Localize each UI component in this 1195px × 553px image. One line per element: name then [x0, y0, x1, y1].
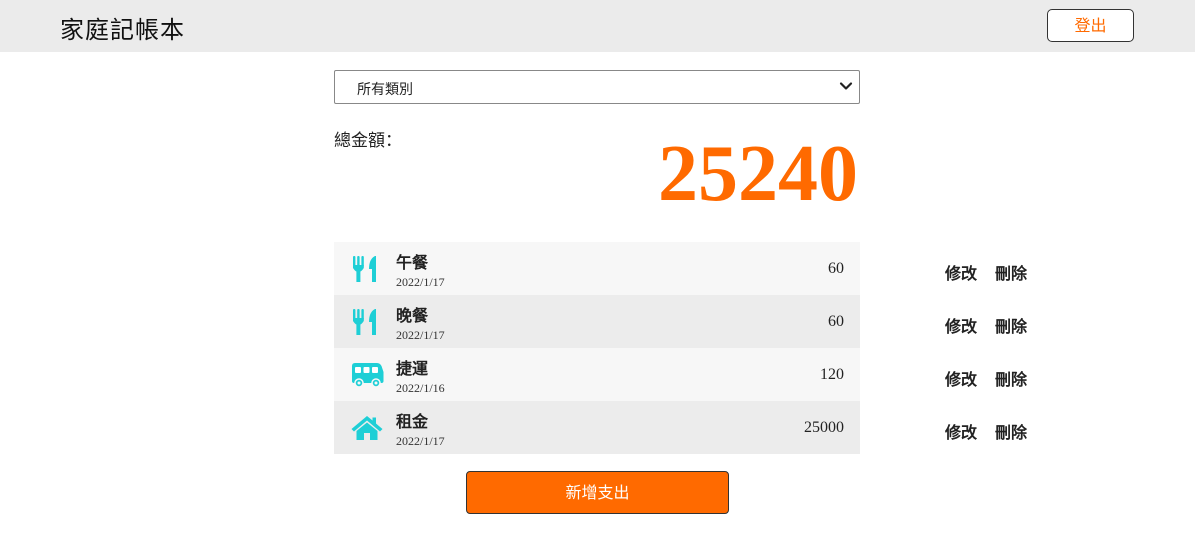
row-actions: 修改 刪除 [945, 401, 1045, 454]
expense-amount: 120 [820, 366, 844, 383]
delete-button[interactable]: 刪除 [995, 419, 1027, 443]
row-actions: 修改 刪除 [945, 295, 1045, 348]
expense-list: 午餐 2022/1/17 60 晚餐 2022/1/17 60 捷運 2022/… [334, 242, 860, 454]
expense-date: 2022/1/17 [396, 328, 445, 342]
delete-button[interactable]: 刪除 [995, 260, 1027, 284]
expense-row: 租金 2022/1/17 25000 [334, 401, 860, 454]
chevron-down-icon [839, 82, 853, 90]
category-filter-value: 所有類別 [357, 82, 413, 98]
utensils-icon [353, 256, 376, 282]
delete-button[interactable]: 刪除 [995, 366, 1027, 390]
expense-name: 午餐 [396, 253, 429, 272]
expense-amount: 60 [828, 313, 844, 330]
add-expense-button[interactable]: 新增支出 [466, 471, 729, 514]
home-icon [351, 416, 383, 440]
bus-icon [352, 363, 384, 388]
expense-row: 午餐 2022/1/17 60 [334, 242, 860, 295]
app-title: 家庭記帳本 [60, 16, 185, 44]
delete-button[interactable]: 刪除 [995, 313, 1027, 337]
top-navbar: 家庭記帳本 登出 [0, 0, 1195, 52]
expense-name: 捷運 [396, 359, 429, 378]
expense-amount: 25000 [804, 419, 844, 436]
expense-amount: 60 [828, 260, 844, 277]
expense-date: 2022/1/16 [396, 381, 445, 395]
total-amount: 25240 [658, 130, 858, 218]
total-label: 總金額： [334, 131, 402, 151]
edit-button[interactable]: 修改 [945, 366, 977, 390]
category-filter-select[interactable]: 所有類別 [334, 70, 860, 104]
expense-date: 2022/1/17 [396, 434, 445, 448]
row-actions: 修改 刪除 [945, 242, 1045, 295]
edit-button[interactable]: 修改 [945, 260, 977, 284]
logout-button[interactable]: 登出 [1047, 9, 1134, 42]
expense-name: 晚餐 [396, 306, 429, 325]
expense-name: 租金 [396, 412, 429, 431]
expense-date: 2022/1/17 [396, 275, 445, 289]
utensils-icon [353, 309, 376, 335]
edit-button[interactable]: 修改 [945, 313, 977, 337]
row-actions: 修改 刪除 [945, 348, 1045, 401]
expense-row: 晚餐 2022/1/17 60 [334, 295, 860, 348]
edit-button[interactable]: 修改 [945, 419, 977, 443]
expense-row: 捷運 2022/1/16 120 [334, 348, 860, 401]
